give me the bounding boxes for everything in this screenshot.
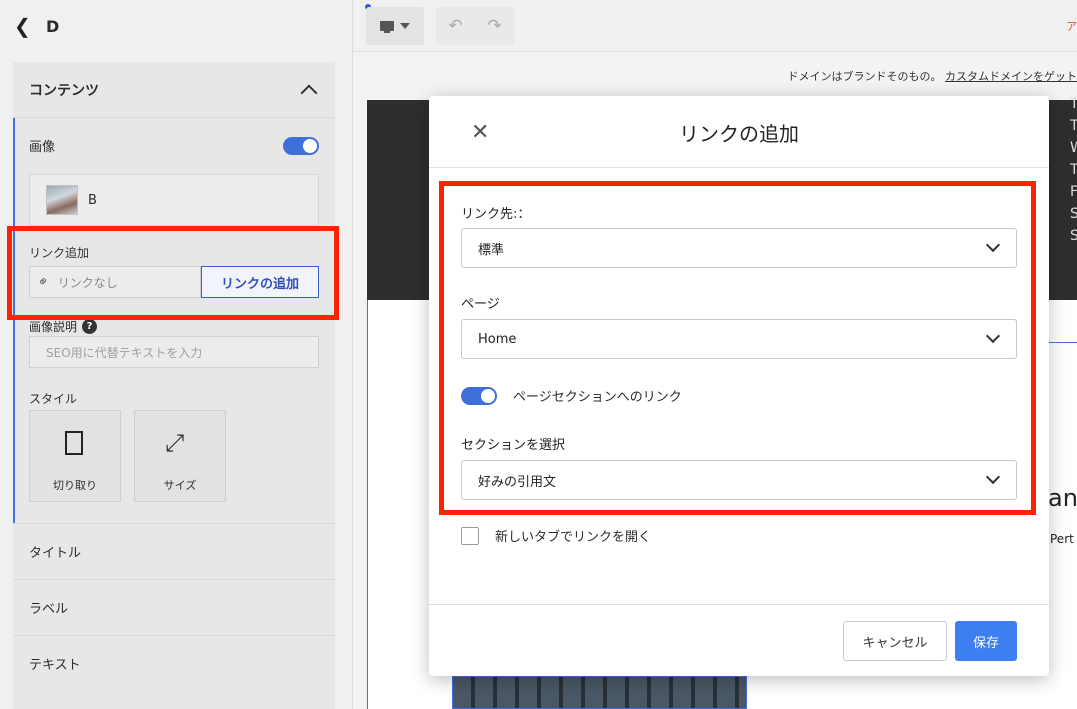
preview-dark-text: T T W T F S S (1070, 93, 1077, 247)
save-button[interactable]: 保存 (955, 621, 1017, 661)
dialog-title: リンクの追加 (679, 122, 799, 146)
sidebar-title: D (46, 16, 60, 36)
link-icon: ⚭ (34, 272, 54, 292)
style-crop-button[interactable]: 切り取り (29, 410, 121, 502)
image-name: B (88, 192, 97, 208)
preview-letter: F (1070, 184, 1077, 200)
contents-header-label: コンテンツ (29, 82, 99, 99)
section-title[interactable]: タイトル (13, 523, 335, 579)
page-value: Home (478, 331, 517, 347)
link-target-label: リンク先:： (461, 207, 531, 222)
device-switcher[interactable] (366, 7, 424, 45)
section-select[interactable]: 好みの引用文 (461, 460, 1017, 500)
chevron-up-icon[interactable] (300, 84, 318, 101)
help-icon[interactable]: ? (82, 319, 98, 334)
section-text[interactable]: テキスト (13, 635, 335, 691)
link-none-field[interactable]: ⚭ リンクなし (29, 266, 201, 298)
section-link-toggle[interactable] (461, 386, 497, 405)
section-label[interactable]: ラベル (13, 579, 335, 635)
preview-letter: T (1070, 162, 1077, 178)
caret-down-icon (400, 23, 410, 29)
link-control: ⚭ リンクなし リンクの追加 (29, 266, 319, 298)
preview-letter: S (1070, 206, 1077, 222)
contents-body: 画像 B リンク追加 ⚭ リンクなし リンクの追加 画像説明 ? SEO用に代替… (13, 118, 335, 523)
undo-icon[interactable]: ↶ (448, 16, 462, 36)
editor-sidebar: ❮ D コンテンツ 画像 B リンク追加 ⚭ リンクなし リンクの追加 画像説明… (0, 0, 353, 709)
monitor-icon (380, 21, 394, 33)
page-select[interactable]: Home (461, 319, 1017, 359)
preview-letter: T (1070, 118, 1077, 134)
contents-header[interactable]: コンテンツ (13, 62, 335, 118)
preview-selection-line (1048, 342, 1077, 343)
style-size-button[interactable]: ⤢ サイズ (134, 410, 226, 502)
chevron-down-icon (985, 328, 1001, 344)
section-select-value: 好みの引用文 (478, 474, 557, 490)
link-label: リンク追加 (29, 246, 90, 260)
sidebar-header: ❮ D (0, 0, 353, 52)
new-tab-row: 新しいタブでリンクを開く (461, 526, 651, 545)
editor-toolbar: ↶ ↷ ア (353, 0, 1077, 52)
page-label: ページ (461, 297, 500, 312)
link-target-select[interactable]: 標準 (461, 228, 1017, 268)
image-thumbnail (46, 185, 78, 215)
preview-caption: Pert (1050, 532, 1074, 546)
preview-letter: W (1070, 140, 1077, 156)
section-link-label: ページセクションへのリンク (513, 390, 682, 405)
section-select-label: セクションを選択 (461, 438, 566, 453)
dialog-footer-divider (429, 604, 1049, 605)
custom-domain-link[interactable]: カスタムドメインをゲット (945, 70, 1077, 83)
new-tab-label: 新しいタブでリンクを開く (495, 530, 652, 545)
crop-icon (65, 431, 83, 455)
toolbar-right-text[interactable]: ア (1066, 18, 1077, 34)
preview-letter: T (1070, 96, 1077, 112)
style-crop-label: 切り取り (53, 479, 97, 492)
preview-image[interactable] (452, 676, 747, 709)
cancel-button[interactable]: キャンセル (843, 621, 947, 661)
image-description-label: 画像説明 ? (29, 318, 98, 335)
preview-heading: ans (1048, 484, 1077, 512)
image-description-text: 画像説明 (29, 320, 78, 334)
section-link-row: ページセクションへのリンク (461, 386, 682, 405)
image-card[interactable]: B (29, 174, 319, 226)
domain-banner: ドメインはブランドそのもの。 カスタムドメインをゲット (353, 68, 1077, 84)
link-none-text: リンクなし (57, 275, 118, 290)
banner-text: ドメインはブランドそのもの。 (787, 70, 942, 83)
history-controls: ↶ ↷ (436, 7, 514, 45)
contents-panel: コンテンツ 画像 B リンク追加 ⚭ リンクなし リンクの追加 画像説明 ? S… (13, 62, 335, 709)
add-link-dialog: ✕ リンクの追加 リンク先:： 標準 ページ Home ページセクションへのリン… (429, 96, 1049, 676)
expand-icon: ⤢ (165, 429, 185, 457)
redo-icon[interactable]: ↷ (487, 16, 501, 36)
style-size-label: サイズ (163, 479, 197, 492)
chevron-down-icon (985, 469, 1001, 485)
style-label: スタイル (29, 392, 78, 406)
alt-text-input[interactable]: SEO用に代替テキストを入力 (29, 336, 319, 368)
image-label: 画像 (29, 140, 56, 155)
preview-letter: S (1070, 228, 1077, 244)
new-tab-checkbox[interactable] (461, 526, 479, 545)
link-target-value: 標準 (478, 242, 505, 258)
dialog-header: ✕ リンクの追加 (429, 96, 1049, 168)
chevron-down-icon (985, 237, 1001, 253)
image-row: 画像 (29, 136, 319, 155)
chevron-left-icon[interactable]: ❮ (14, 14, 36, 38)
add-link-button[interactable]: リンクの追加 (201, 266, 319, 298)
image-toggle[interactable] (283, 136, 319, 155)
